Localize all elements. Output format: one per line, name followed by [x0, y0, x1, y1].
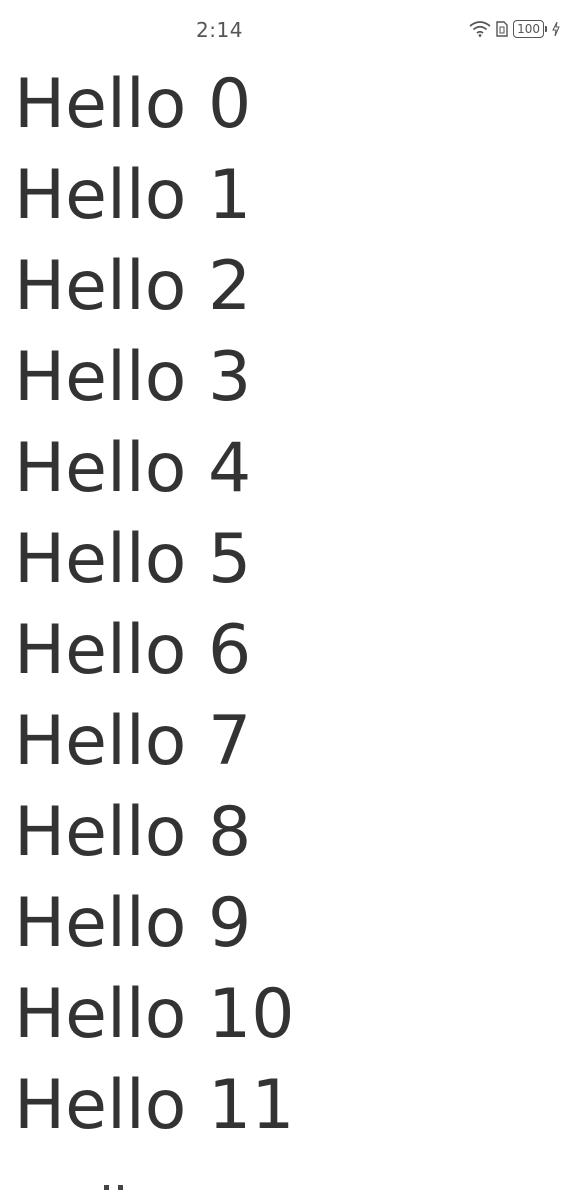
list-item: Hello 9	[14, 884, 252, 963]
hello-list: Hello 0 Hello 1 Hello 2 Hello 3 Hello 4 …	[14, 64, 295, 1156]
list-item: Hello 6	[14, 611, 252, 690]
list-item: Hello 2	[14, 247, 252, 326]
list-item: Hello 4	[14, 429, 252, 508]
battery-icon: 100	[513, 20, 547, 38]
wifi-icon	[469, 21, 491, 37]
status-time: 2:14	[196, 18, 243, 42]
battery-level: 100	[513, 20, 544, 38]
charging-icon	[552, 22, 560, 36]
list-item: Hello 10	[14, 975, 295, 1054]
status-icons: 100	[469, 20, 560, 38]
list-item: Hello 3	[14, 338, 252, 417]
partial-list-item	[104, 1180, 140, 1190]
status-bar: 2:14 100	[0, 0, 572, 62]
list-item: Hello 5	[14, 520, 252, 599]
list-item: Hello 0	[14, 65, 252, 144]
list-item: Hello 11	[14, 1066, 295, 1145]
partial-glyph	[104, 1185, 109, 1190]
list-item: Hello 7	[14, 702, 252, 781]
partial-glyph	[118, 1185, 123, 1190]
sim-card-icon	[496, 21, 508, 37]
battery-tip	[545, 26, 547, 32]
list-item: Hello 1	[14, 156, 252, 235]
list-item: Hello 8	[14, 793, 252, 872]
